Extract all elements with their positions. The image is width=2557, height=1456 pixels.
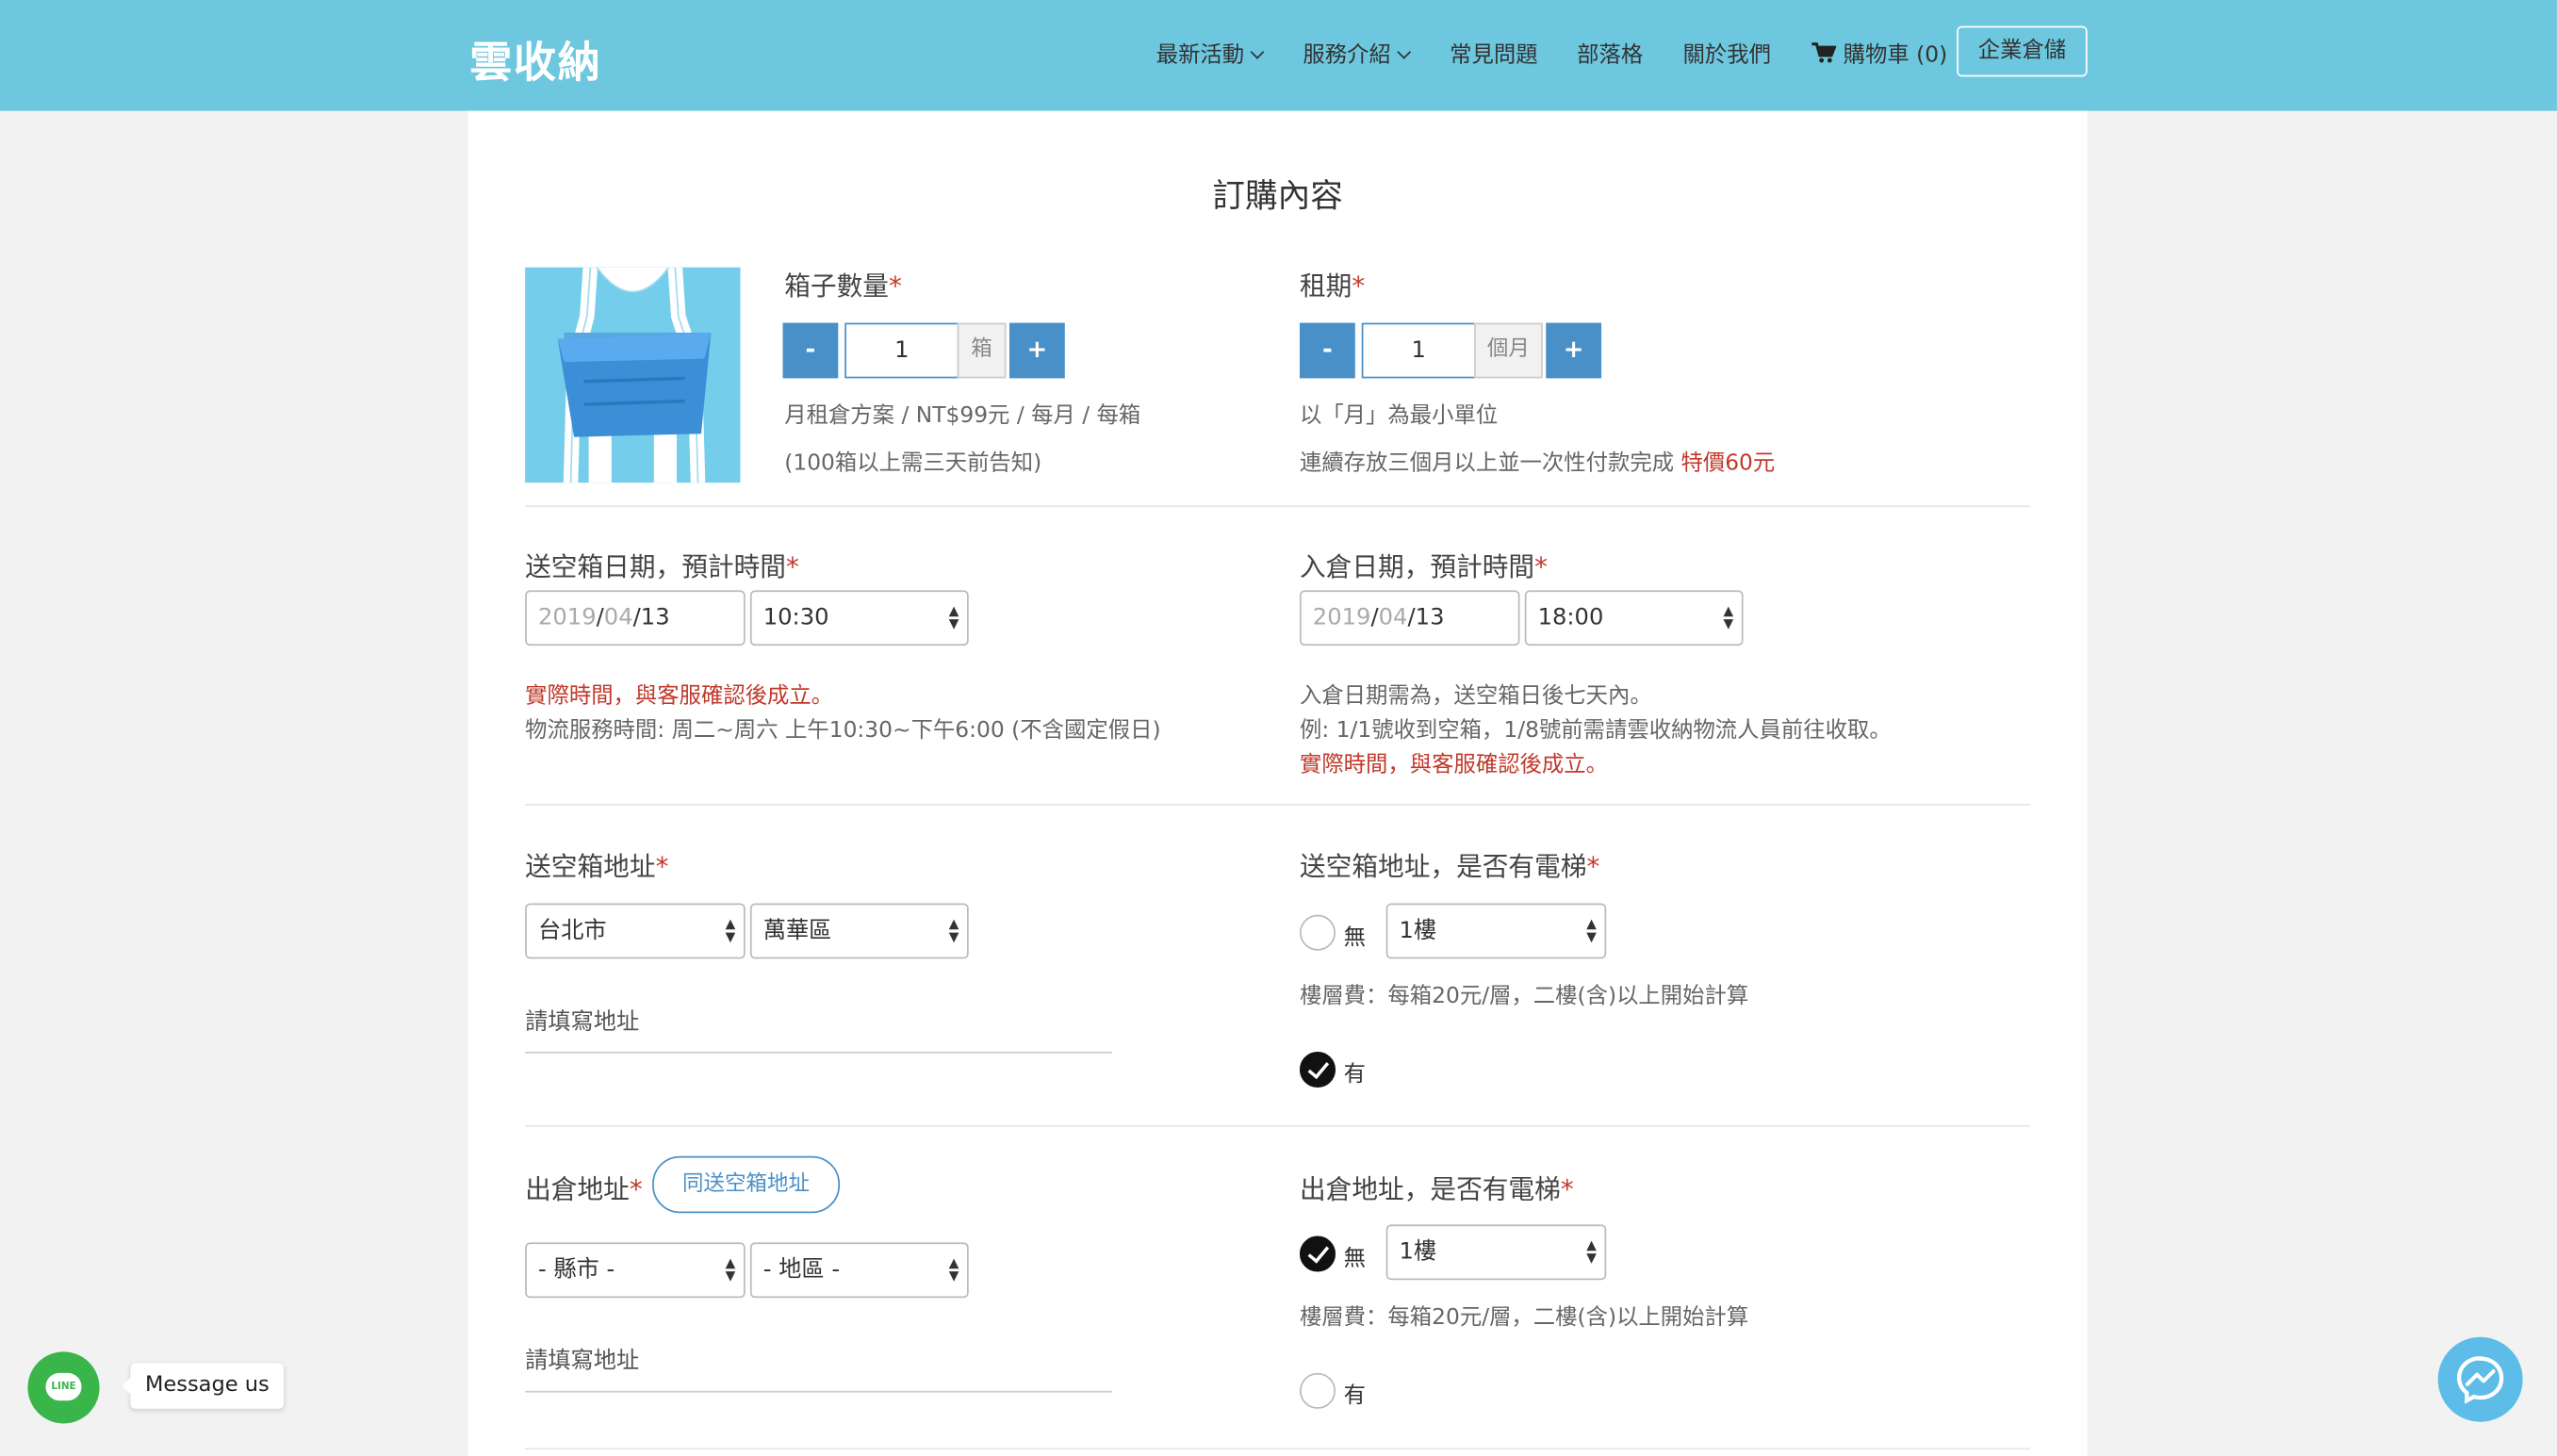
box-qty-label: 箱子數量* [784, 270, 902, 303]
page-title: 訂購內容 [1212, 175, 1343, 216]
nav-item-faq[interactable]: 常見問題 [1450, 36, 1537, 69]
pickup-floor-select[interactable]: 1樓 ▲ ▼ [1385, 1224, 1607, 1281]
delivery-date-label: 送空箱日期，預計時間* [525, 550, 799, 582]
box-price-text: 月租倉方案 / NT$99元 / 每月 / 每箱 [784, 402, 1141, 430]
select-arrows-icon: ▲ ▼ [1586, 916, 1597, 944]
rent-period-label: 租期* [1299, 270, 1366, 303]
rent-plus-button[interactable]: + [1546, 322, 1602, 379]
nav-cart[interactable]: 購物車 (0) [1811, 36, 1947, 69]
floor-fee-note: 樓層費：每箱20元/層，二樓(含)以上開始計算 [1299, 1304, 1749, 1331]
nav-item-about[interactable]: 關於我們 [1683, 36, 1771, 69]
chevron-down-icon [1250, 45, 1265, 59]
divider [525, 803, 2031, 806]
same-as-delivery-button[interactable]: 同送空箱地址 [652, 1155, 841, 1214]
message-us-tooltip[interactable]: Message us [122, 1363, 285, 1409]
top-navbar [0, 0, 2557, 111]
select-arrows-icon: ▲ ▼ [948, 916, 959, 944]
delivery-floor-select[interactable]: 1樓 ▲ ▼ [1385, 903, 1607, 959]
select-arrows-icon: ▲ ▼ [948, 603, 959, 631]
pickup-elevator-no-radio[interactable] [1299, 1235, 1336, 1272]
line-icon: LINE [45, 1372, 82, 1401]
pickup-city-select[interactable]: - 縣市 - ▲ ▼ [525, 1242, 746, 1299]
delivery-date-input[interactable]: 2019/04/13 [525, 590, 746, 646]
select-arrows-icon: ▲ ▼ [948, 1255, 959, 1284]
select-arrows-icon: ▲ ▼ [725, 916, 736, 944]
nav-item-services[interactable]: 服務介紹 [1303, 36, 1412, 69]
floor-fee-note: 樓層費：每箱20元/層，二樓(含)以上開始計算 [1299, 983, 1749, 1009]
delivery-elevator-no-label: 無 [1343, 924, 1367, 951]
rent-period-input[interactable]: 1 [1361, 322, 1476, 379]
storage-date-label: 入倉日期，預計時間* [1299, 550, 1548, 582]
delivery-address-input[interactable]: 請填寫地址 [525, 1005, 639, 1038]
delivery-district-select[interactable]: 萬華區 ▲ ▼ [749, 903, 969, 959]
pickup-district-select[interactable]: - 地區 - ▲ ▼ [749, 1242, 969, 1299]
delivery-elevator-no-radio[interactable] [1299, 914, 1336, 951]
pickup-address-label: 出倉地址* [525, 1173, 643, 1205]
divider [525, 1448, 2031, 1450]
delivery-time-select[interactable]: 10:30 ▲ ▼ [749, 590, 969, 646]
storage-date-input[interactable]: 2019/04/13 [1299, 590, 1520, 646]
input-underline [525, 1051, 1112, 1054]
box-notice-text: (100箱以上需三天前告知) [784, 450, 1042, 477]
delivery-elevator-yes-label: 有 [1343, 1061, 1367, 1088]
storage-time-select[interactable]: 18:00 ▲ ▼ [1524, 590, 1744, 646]
select-arrows-icon: ▲ ▼ [1723, 603, 1734, 631]
logistics-hours-note: 物流服務時間: 周二~周六 上午10:30~下午6:00 (不含國定假日) [525, 717, 1161, 744]
delivery-elevator-yes-radio[interactable] [1299, 1051, 1336, 1088]
nav-item-news[interactable]: 最新活動 [1156, 36, 1265, 69]
divider [525, 1124, 2031, 1127]
delivery-elevator-label: 送空箱地址，是否有電梯* [1299, 851, 1600, 883]
box-qty-unit: 箱 [957, 322, 1007, 379]
pickup-address-input[interactable]: 請填寫地址 [525, 1344, 639, 1377]
divider [525, 505, 2031, 508]
rent-min-unit-text: 以「月」為最小單位 [1299, 402, 1499, 430]
chevron-down-icon [1397, 45, 1412, 59]
site-logo[interactable]: 雲收納 [469, 29, 601, 90]
nav-item-blog[interactable]: 部落格 [1577, 36, 1643, 69]
box-qty-input[interactable]: 1 [844, 322, 959, 379]
delivery-confirm-note: 實際時間，與客服確認後成立。 [525, 682, 834, 710]
pickup-elevator-no-label: 無 [1343, 1245, 1367, 1272]
cart-icon [1811, 42, 1837, 63]
storage-confirm-note: 實際時間，與客服確認後成立。 [1299, 751, 1608, 778]
box-qty-plus-button[interactable]: + [1008, 322, 1065, 379]
enterprise-storage-button[interactable]: 企業倉儲 [1957, 25, 2088, 77]
delivery-address-label: 送空箱地址* [525, 851, 669, 883]
pickup-elevator-yes-label: 有 [1343, 1382, 1367, 1409]
input-underline [525, 1390, 1112, 1393]
rent-discount-text: 連續存放三個月以上並一次性付款完成 特價60元 [1299, 450, 1776, 477]
box-qty-minus-button[interactable]: - [782, 322, 839, 379]
delivery-city-select[interactable]: 台北市 ▲ ▼ [525, 903, 746, 959]
messenger-chat-button[interactable] [2437, 1336, 2523, 1422]
rent-period-unit: 個月 [1474, 322, 1543, 379]
pickup-elevator-label: 出倉地址，是否有電梯* [1299, 1173, 1574, 1205]
pickup-elevator-yes-radio[interactable] [1299, 1372, 1336, 1409]
storage-rule-note: 入倉日期需為，送空箱日後七天內。 [1299, 682, 1652, 710]
special-price: 特價60元 [1680, 450, 1776, 477]
select-arrows-icon: ▲ ▼ [725, 1255, 736, 1284]
select-arrows-icon: ▲ ▼ [1586, 1237, 1597, 1266]
line-chat-button[interactable]: LINE [27, 1351, 100, 1424]
box-illustration [557, 267, 712, 483]
messenger-icon [2456, 1356, 2504, 1404]
storage-example-note: 例: 1/1號收到空箱，1/8號前需請雲收納物流人員前往收取。 [1299, 717, 1892, 744]
product-image [525, 267, 741, 483]
rent-minus-button[interactable]: - [1299, 322, 1355, 379]
